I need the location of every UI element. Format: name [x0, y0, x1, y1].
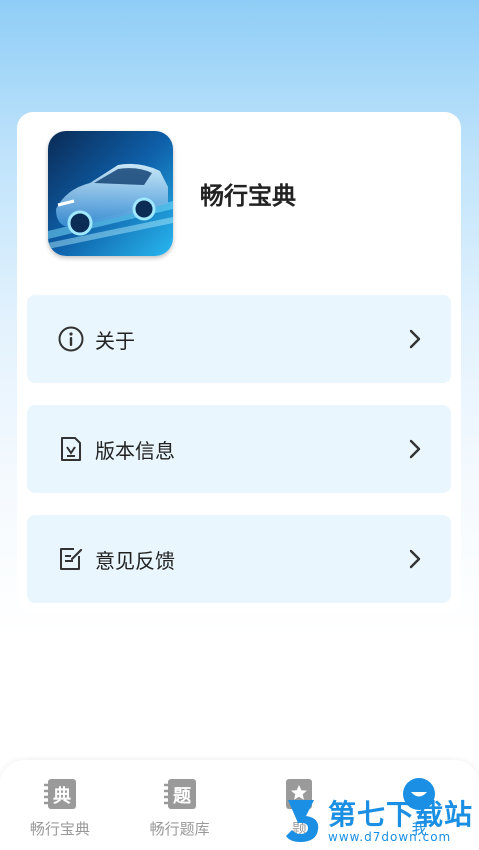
menu-item-about[interactable]: 关于	[27, 295, 451, 383]
question-bank-glyph: 题	[173, 786, 192, 807]
profile-card: 畅行宝典 关于 版本信息 意见反馈	[17, 112, 461, 612]
info-icon	[57, 325, 85, 353]
tab-label: 畅行题库	[149, 820, 210, 838]
book-glyph: 典	[53, 785, 71, 807]
question-bank-icon: 题	[160, 776, 200, 812]
version-doc-icon	[57, 435, 85, 463]
menu-item-label: 版本信息	[95, 438, 175, 463]
chevron-right-icon	[407, 328, 423, 350]
app-name: 畅行宝典	[200, 182, 296, 210]
watermark-url: www.d7down.com	[328, 830, 452, 844]
app-header: 畅行宝典	[48, 131, 296, 256]
watermark-title: 第七下载站	[328, 798, 474, 831]
tab-question-bank[interactable]: 题 畅行题库	[120, 760, 240, 850]
feedback-edit-icon	[57, 545, 85, 573]
book-icon: 典	[40, 776, 80, 812]
chevron-right-icon	[407, 548, 423, 570]
tab-book[interactable]: 典 畅行宝典	[0, 760, 120, 850]
app-logo-icon	[48, 131, 173, 256]
menu-item-version[interactable]: 版本信息	[27, 405, 451, 493]
tab-label: 畅行宝典	[29, 820, 90, 838]
chevron-right-icon	[407, 438, 423, 460]
menu-item-label: 关于	[95, 328, 135, 353]
watermark-logo-icon	[284, 796, 324, 848]
watermark: 第七下载站 www.d7down.com	[284, 796, 473, 848]
menu-item-label: 意见反馈	[95, 548, 175, 573]
menu-item-feedback[interactable]: 意见反馈	[27, 515, 451, 603]
